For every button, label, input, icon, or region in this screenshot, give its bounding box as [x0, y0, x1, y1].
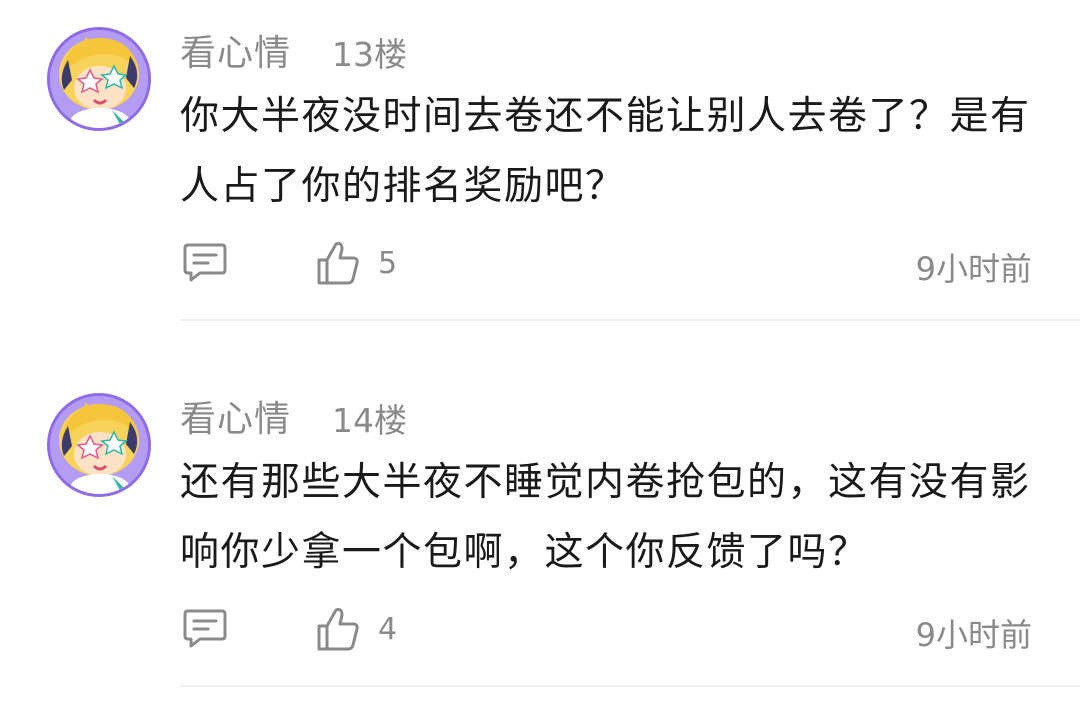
- floor-number: 14楼: [332, 401, 407, 440]
- comment-bubble-icon: [183, 243, 227, 282]
- like-button[interactable]: [316, 240, 360, 290]
- username[interactable]: 看心情: [180, 390, 291, 442]
- divider: [180, 319, 1080, 321]
- comment-text: 还有那些大半夜不睡觉内卷抢包的，这有没有影响你少拿一个包啊，这个你反馈了吗？: [180, 460, 1031, 575]
- divider: [180, 685, 1080, 687]
- timestamp: 9小时前: [915, 616, 1032, 654]
- comment-bubble-icon: [183, 609, 227, 648]
- like-button[interactable]: [316, 606, 360, 656]
- avatar-image: [50, 396, 148, 494]
- avatar-image: [50, 30, 148, 128]
- avatar[interactable]: [47, 393, 151, 497]
- floor-number: 13楼: [332, 35, 407, 74]
- avatar[interactable]: [47, 27, 151, 131]
- like-count: 5: [378, 246, 398, 281]
- thumbs-up-icon: [317, 242, 359, 285]
- comment-text: 你大半夜没时间去卷还不能让别人去卷了？是有人占了你的排名奖励吧？: [180, 94, 1031, 209]
- reply-button[interactable]: [182, 242, 228, 288]
- like-count: 4: [378, 612, 398, 647]
- username[interactable]: 看心情: [180, 24, 291, 76]
- timestamp: 9小时前: [915, 250, 1032, 288]
- thumbs-up-icon: [317, 608, 359, 651]
- reply-button[interactable]: [182, 608, 228, 654]
